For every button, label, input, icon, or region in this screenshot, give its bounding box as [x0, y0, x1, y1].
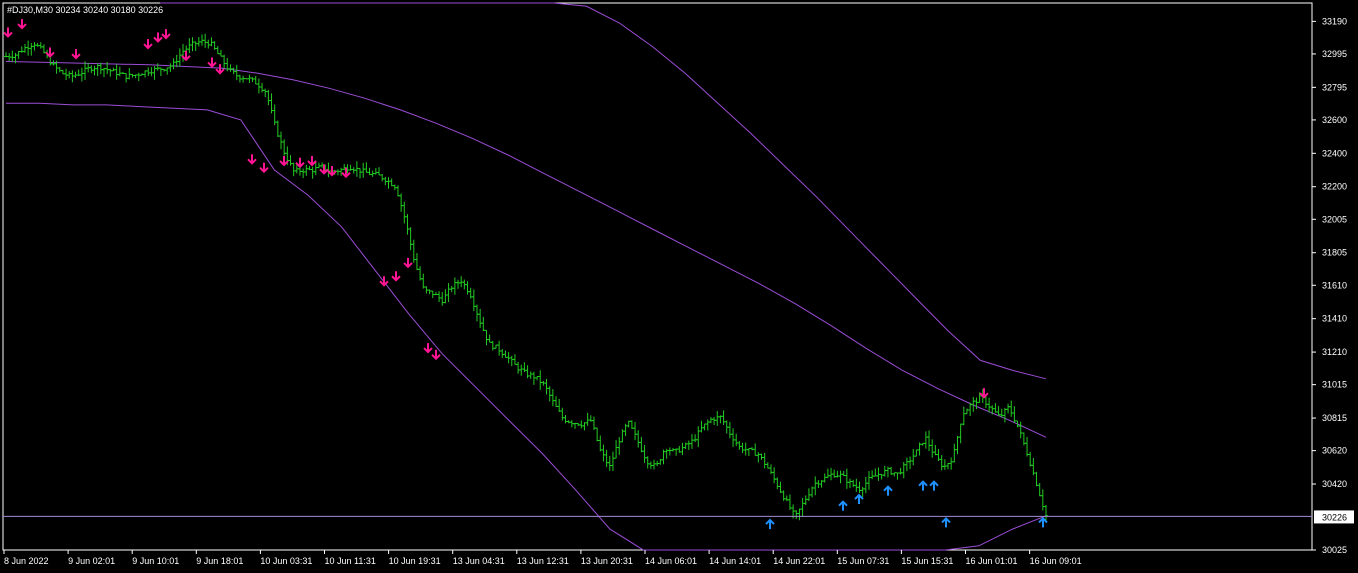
price-tick-label: 30620 — [1322, 446, 1347, 456]
current-price-badge: 30226 — [1314, 510, 1354, 524]
price-tick-label: 31610 — [1322, 280, 1347, 290]
price-tick-label: 30025 — [1322, 545, 1347, 555]
price-chart[interactable]: #DJ30,M30 30234 30240 30180 30226 33190 3… — [0, 0, 1358, 573]
price-tick-label: 33190 — [1322, 16, 1347, 26]
time-tick-label: 16 Jun 09:01 — [1030, 556, 1082, 566]
price-tick-label: 31210 — [1322, 347, 1347, 357]
time-tick-label: 14 Jun 14:01 — [709, 556, 761, 566]
time-tick-label: 10 Jun 19:31 — [389, 556, 441, 566]
price-tick-label: 31410 — [1322, 314, 1347, 324]
chart-title: #DJ30,M30 30234 30240 30180 30226 — [7, 5, 163, 15]
price-badge-label: 30226 — [1322, 512, 1347, 522]
price-tick-label: 30815 — [1322, 413, 1347, 423]
time-tick-label: 15 Jun 15:31 — [901, 556, 953, 566]
time-tick-label: 16 Jun 01:01 — [966, 556, 1018, 566]
time-tick-label: 13 Jun 20:31 — [581, 556, 633, 566]
time-tick-label: 13 Jun 12:31 — [517, 556, 569, 566]
price-tick-label: 32600 — [1322, 115, 1347, 125]
time-tick-label: 9 Jun 18:01 — [196, 556, 243, 566]
time-tick-label: 9 Jun 10:01 — [132, 556, 179, 566]
time-tick-label: 15 Jun 07:31 — [837, 556, 889, 566]
time-tick-label: 14 Jun 06:01 — [645, 556, 697, 566]
chart-background — [0, 0, 1358, 573]
price-tick-label: 32200 — [1322, 182, 1347, 192]
price-tick-label: 31805 — [1322, 248, 1347, 258]
time-tick-label: 8 Jun 2022 — [4, 556, 49, 566]
price-tick-label: 32400 — [1322, 148, 1347, 158]
price-tick-label: 31015 — [1322, 380, 1347, 390]
price-tick-label: 32795 — [1322, 82, 1347, 92]
price-tick-label: 30420 — [1322, 479, 1347, 489]
time-tick-label: 10 Jun 11:31 — [325, 556, 376, 566]
price-tick-label: 32995 — [1322, 49, 1347, 59]
price-tick-label: 32005 — [1322, 214, 1347, 224]
time-tick-label: 9 Jun 02:01 — [68, 556, 115, 566]
time-tick-label: 13 Jun 04:31 — [453, 556, 505, 566]
time-tick-label: 14 Jun 22:01 — [773, 556, 825, 566]
time-tick-label: 10 Jun 03:31 — [260, 556, 312, 566]
